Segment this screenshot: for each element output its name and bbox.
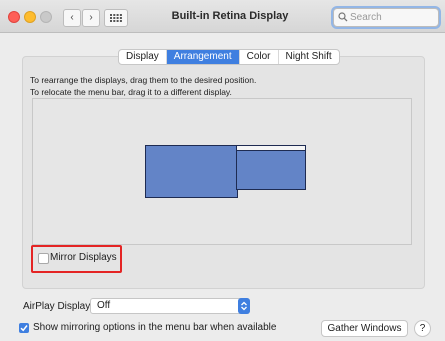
select-arrows-icon — [238, 298, 250, 314]
search-placeholder: Search — [350, 12, 382, 23]
tab-night-shift[interactable]: Night Shift — [279, 50, 339, 64]
menu-bar-indicator[interactable] — [237, 146, 305, 151]
gather-windows-button[interactable]: Gather Windows — [321, 320, 408, 337]
close-button[interactable] — [8, 11, 20, 23]
search-icon — [338, 12, 348, 22]
tab-color[interactable]: Color — [240, 50, 279, 64]
tab-bar: Display Arrangement Color Night Shift — [118, 49, 340, 65]
instruction-line-1: To rearrange the displays, drag them to … — [30, 75, 257, 85]
mirror-displays-checkbox[interactable] — [38, 253, 49, 264]
search-field[interactable]: Search — [333, 8, 439, 27]
show-mirroring-label[interactable]: Show mirroring options in the menu bar w… — [33, 322, 276, 333]
zoom-button[interactable] — [40, 11, 52, 23]
window-title: Built-in Retina Display — [171, 10, 289, 22]
instruction-line-2: To relocate the menu bar, drag it to a d… — [30, 87, 232, 97]
tab-arrangement[interactable]: Arrangement — [166, 50, 240, 64]
airplay-display-select[interactable]: Off — [90, 298, 250, 314]
airplay-display-label: AirPlay Display: — [23, 301, 94, 312]
forward-button[interactable]: › — [82, 9, 100, 27]
tab-display[interactable]: Display — [119, 50, 167, 64]
display-main[interactable] — [145, 145, 238, 198]
help-button[interactable]: ? — [414, 320, 431, 337]
chevron-right-icon: › — [89, 12, 93, 23]
mirror-displays-label[interactable]: Mirror Displays — [50, 252, 117, 263]
minimize-button[interactable] — [24, 11, 36, 23]
checkmark-icon — [20, 325, 28, 332]
show-mirroring-checkbox[interactable] — [19, 323, 29, 333]
back-button[interactable]: ‹ — [63, 9, 81, 27]
show-all-button[interactable] — [104, 9, 128, 27]
instructions: To rearrange the displays, drag them to … — [30, 74, 256, 98]
grid-icon — [110, 14, 122, 22]
airplay-display-value: Off — [97, 300, 111, 311]
chevron-left-icon: ‹ — [70, 12, 74, 23]
title-bar: ‹ › Built-in Retina Display Search — [0, 0, 445, 33]
display-secondary[interactable] — [236, 145, 306, 190]
